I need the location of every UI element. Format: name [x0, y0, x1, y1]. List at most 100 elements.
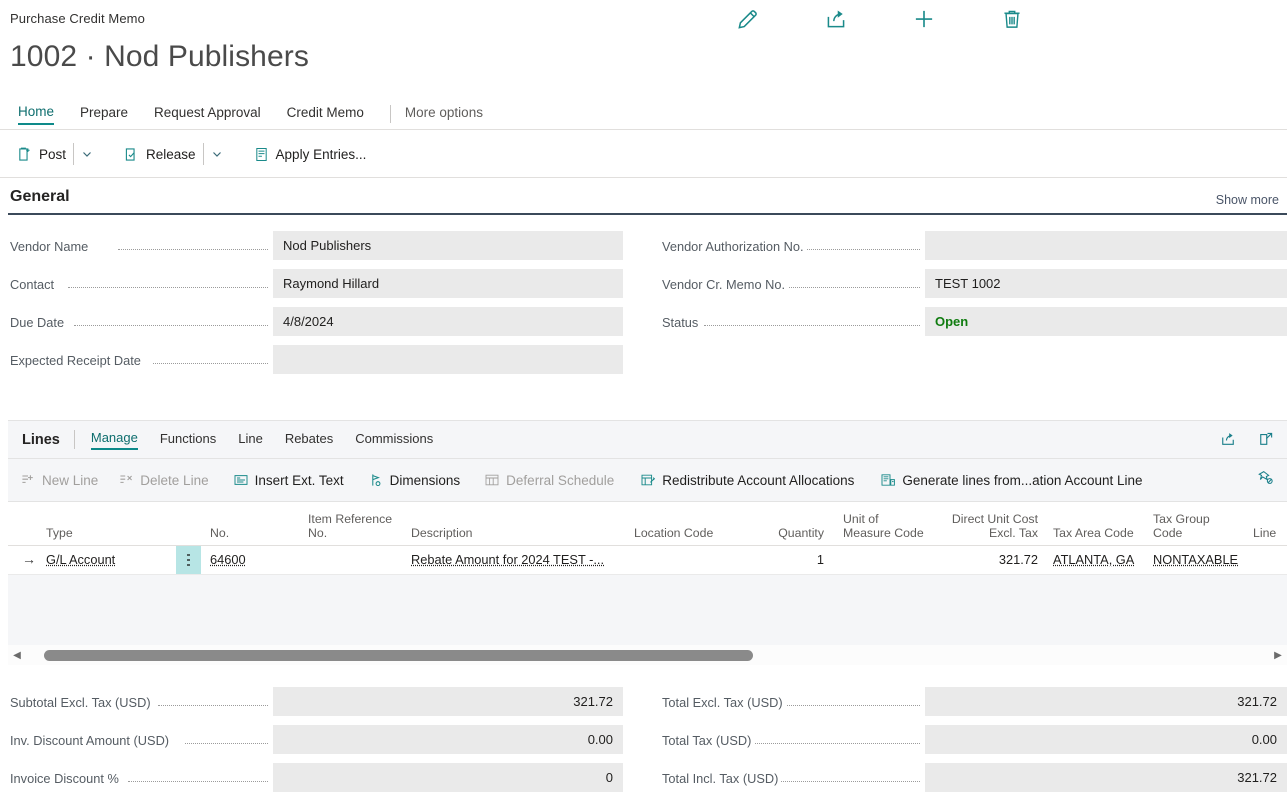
delete-line-button[interactable]: Delete Line	[118, 472, 209, 488]
delete-icon[interactable]	[999, 6, 1025, 32]
edit-icon[interactable]	[735, 6, 761, 32]
field-label: Total Tax (USD)	[662, 733, 755, 748]
post-label: Post	[39, 146, 67, 162]
new-line-button[interactable]: New Line	[20, 472, 98, 488]
col-header-location-code[interactable]: Location Code	[634, 526, 713, 540]
open-in-new-icon[interactable]	[1257, 430, 1275, 448]
apply-entries-label: Apply Entries...	[275, 146, 367, 162]
field-label: Vendor Authorization No.	[662, 239, 807, 254]
label-dots	[128, 781, 268, 782]
general-title: General	[10, 188, 70, 205]
new-icon[interactable]	[911, 6, 937, 32]
col-header-tax-area-code[interactable]: Tax Area Code	[1053, 526, 1134, 540]
label-dots	[783, 705, 920, 706]
expected-receipt-date-input[interactable]	[273, 345, 623, 374]
post-dropdown-caret[interactable]	[73, 143, 99, 165]
tab-prepare[interactable]: Prepare	[80, 105, 128, 124]
field-vendor-name: Vendor Name Nod Publishers	[0, 230, 640, 268]
apply-entries-button[interactable]: Apply Entries...	[253, 146, 367, 163]
subtotal-excl-tax-value[interactable]: 321.72	[273, 687, 623, 716]
cell-type[interactable]: G/L Account	[46, 552, 115, 567]
tab-more-options[interactable]: More options	[405, 105, 483, 124]
general-section-header: General Show more	[0, 188, 1287, 215]
deferral-schedule-button[interactable]: Deferral Schedule	[484, 472, 614, 488]
table-empty-area	[8, 575, 1287, 620]
col-header-item-reference-no[interactable]: Item Reference No.	[308, 512, 400, 540]
table-row[interactable]: → G/L Account 64600 Rebate Amount for 20…	[8, 546, 1287, 575]
ribbon-tabs: Home Prepare Request Approval Credit Mem…	[0, 99, 1287, 130]
field-contact: Contact Raymond Hillard	[0, 268, 640, 306]
apply-entries-icon	[253, 146, 270, 163]
field-label: Status	[662, 315, 702, 330]
cell-no[interactable]: 64600	[210, 552, 246, 567]
contact-input[interactable]: Raymond Hillard	[273, 269, 623, 298]
col-header-tax-group-code[interactable]: Tax Group Code	[1153, 512, 1223, 540]
tab-credit-memo[interactable]: Credit Memo	[287, 105, 364, 124]
release-label: Release	[146, 146, 196, 162]
total-excl-tax-value[interactable]: 321.72	[925, 687, 1287, 716]
share-icon[interactable]	[1219, 430, 1237, 448]
label-dots	[789, 287, 920, 288]
label-dots	[748, 743, 920, 744]
col-header-description[interactable]: Description	[411, 526, 473, 540]
section-rule	[8, 213, 1287, 215]
totals-right-column: Total Excl. Tax (USD) 321.72 Total Tax (…	[652, 686, 1287, 794]
generate-lines-button[interactable]: Generate lines from...ation Account Line	[880, 472, 1143, 488]
lines-tab-line[interactable]: Line	[238, 431, 263, 449]
vendor-name-input[interactable]: Nod Publishers	[273, 231, 623, 260]
total-tax-value[interactable]: 0.00	[925, 725, 1287, 754]
lines-tab-manage[interactable]: Manage	[90, 430, 138, 450]
col-header-quantity[interactable]: Quantity	[753, 526, 824, 540]
cell-tax-area-code[interactable]: ATLANTA, GA	[1053, 552, 1134, 567]
lines-toolbar: New Line Delete Line Insert Ext. Text Di…	[8, 459, 1287, 502]
lines-horizontal-scrollbar[interactable]: ◀ ▶	[8, 645, 1287, 665]
redistribute-account-allocations-button[interactable]: Redistribute Account Allocations	[640, 472, 854, 488]
scroll-right-arrow[interactable]: ▶	[1269, 650, 1287, 661]
breadcrumb: Purchase Credit Memo	[10, 11, 145, 26]
field-vendor-cr-memo-no: Vendor Cr. Memo No. TEST 1002	[652, 268, 1287, 306]
new-line-icon	[20, 472, 36, 488]
vendor-authorization-no-input[interactable]	[925, 231, 1287, 260]
tab-home[interactable]: Home	[18, 104, 55, 125]
scroll-left-arrow[interactable]: ◀	[8, 650, 26, 661]
inv-discount-amount-value[interactable]: 0.00	[273, 725, 623, 754]
lines-title: Lines	[22, 431, 60, 448]
share-icon[interactable]	[823, 6, 849, 32]
scrollbar-track[interactable]	[26, 649, 1269, 661]
total-incl-tax-value[interactable]: 321.72	[925, 763, 1287, 792]
generate-lines-label: Generate lines from...ation Account Line	[902, 472, 1143, 488]
lines-tab-rebates[interactable]: Rebates	[285, 431, 333, 449]
col-header-no[interactable]: No.	[210, 526, 229, 540]
status-value: Open	[925, 307, 1287, 336]
tab-request-approval[interactable]: Request Approval	[154, 105, 261, 124]
vendor-cr-memo-no-input[interactable]: TEST 1002	[925, 269, 1287, 298]
release-button[interactable]: Release	[123, 146, 196, 163]
col-header-unit-of-measure-code[interactable]: Unit of Measure Code	[843, 512, 933, 540]
field-subtotal-excl-tax: Subtotal Excl. Tax (USD) 321.72	[0, 686, 640, 724]
col-header-direct-unit-cost-excl-tax[interactable]: Direct Unit Cost Excl. Tax	[928, 512, 1038, 540]
deferral-schedule-icon	[484, 472, 500, 488]
dimensions-label: Dimensions	[389, 472, 461, 488]
cell-tax-group-code[interactable]: NONTAXABLE	[1153, 552, 1238, 567]
invoice-discount-pct-value[interactable]: 0	[273, 763, 623, 792]
release-dropdown-caret[interactable]	[202, 143, 229, 165]
col-header-line[interactable]: Line	[1253, 526, 1276, 540]
post-button[interactable]: Post	[16, 146, 66, 163]
cell-quantity[interactable]: 1	[753, 552, 824, 567]
scrollbar-thumb[interactable]	[44, 649, 753, 661]
row-context-menu-button[interactable]	[176, 546, 201, 574]
lines-tab-functions[interactable]: Functions	[160, 431, 216, 449]
field-label: Inv. Discount Amount (USD)	[10, 733, 173, 748]
cell-description[interactable]: Rebate Amount for 2024 TEST -...	[411, 552, 604, 567]
lines-tab-commissions[interactable]: Commissions	[355, 431, 433, 449]
show-more-link[interactable]: Show more	[1216, 193, 1279, 207]
insert-ext-text-button[interactable]: Insert Ext. Text	[233, 472, 344, 488]
unpin-icon[interactable]	[1257, 469, 1275, 487]
general-right-column: Vendor Authorization No. Vendor Cr. Memo…	[652, 230, 1287, 344]
label-dots	[704, 325, 920, 326]
field-label: Expected Receipt Date	[10, 353, 144, 368]
dimensions-button[interactable]: Dimensions	[368, 472, 461, 488]
due-date-input[interactable]: 4/8/2024	[273, 307, 623, 336]
cell-direct-unit-cost-excl-tax[interactable]: 321.72	[928, 552, 1038, 567]
col-header-type[interactable]: Type	[46, 526, 73, 540]
